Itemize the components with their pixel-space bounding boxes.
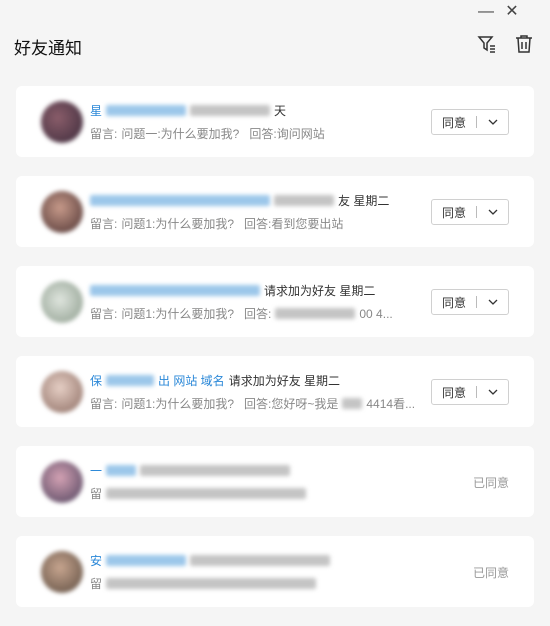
notification-card: 保 出 网站 域名 请求加为好友 星期二 留言: 问题1:为什么要加我? 回答:… bbox=[16, 356, 534, 427]
trash-icon[interactable] bbox=[512, 32, 536, 56]
header: 好友通知 bbox=[0, 26, 550, 66]
request-text: 友 星期二 bbox=[338, 194, 390, 208]
notification-title: 请求加为好友 星期二 bbox=[90, 282, 375, 299]
avatar bbox=[41, 191, 83, 233]
sender-name[interactable]: 星 bbox=[90, 102, 102, 119]
message-line: 留 bbox=[90, 485, 307, 502]
chevron-down-icon[interactable] bbox=[477, 299, 508, 305]
avatar bbox=[41, 101, 83, 143]
chevron-down-icon[interactable] bbox=[477, 119, 508, 125]
page-title: 好友通知 bbox=[14, 39, 82, 58]
request-text: 请求加为好友 星期二 bbox=[264, 284, 376, 298]
agree-button[interactable]: 同意 bbox=[431, 199, 509, 225]
notification-list: 星 天 留言: 问题一:为什么要加我? 回答:询问网站 同意 友 星期二 留言: bbox=[16, 86, 534, 626]
agree-button[interactable]: 同意 bbox=[431, 109, 509, 135]
request-text: 请求加为好友 星期二 bbox=[228, 374, 341, 388]
notification-card: 安 留 已同意 bbox=[16, 536, 534, 607]
notification-title: 一 bbox=[90, 462, 291, 479]
status-agreed: 已同意 bbox=[472, 476, 509, 490]
filter-icon[interactable] bbox=[475, 32, 499, 56]
agree-button[interactable]: 同意 bbox=[431, 289, 509, 315]
message-line: 留言: 问题1:为什么要加我? 回答:看到您要出站 bbox=[90, 217, 344, 231]
request-text: 天 bbox=[274, 104, 287, 118]
chevron-down-icon[interactable] bbox=[477, 209, 508, 215]
notification-card: 星 天 留言: 问题一:为什么要加我? 回答:询问网站 同意 bbox=[16, 86, 534, 157]
agree-button[interactable]: 同意 bbox=[431, 379, 509, 405]
notification-card: 一 留 已同意 bbox=[16, 446, 534, 517]
message-line: 留言: 问题1:为什么要加我? 回答:您好呀~我是 4414看... bbox=[90, 397, 416, 411]
notification-title: 星 天 bbox=[90, 102, 286, 119]
notification-card: 友 星期二 留言: 问题1:为什么要加我? 回答:看到您要出站 同意 bbox=[16, 176, 534, 247]
notification-title: 保 出 网站 域名 请求加为好友 星期二 bbox=[90, 372, 341, 389]
message-line: 留 bbox=[90, 575, 317, 592]
notification-card: 请求加为好友 星期二 留言: 问题1:为什么要加我? 回答: 00 4... 同… bbox=[16, 266, 534, 337]
notification-title: 友 星期二 bbox=[90, 192, 389, 209]
sender-name[interactable]: 一 bbox=[90, 462, 102, 479]
message-line: 留言: 问题一:为什么要加我? 回答:询问网站 bbox=[90, 127, 325, 141]
notification-title: 安 bbox=[90, 552, 331, 569]
avatar bbox=[41, 371, 83, 413]
status-agreed: 已同意 bbox=[472, 566, 509, 580]
avatar bbox=[41, 461, 83, 503]
close-button[interactable]: ✕ bbox=[502, 2, 522, 22]
minimize-button[interactable]: — bbox=[476, 2, 496, 22]
avatar bbox=[41, 281, 83, 323]
sender-name[interactable]: 保 bbox=[90, 372, 102, 389]
chevron-down-icon[interactable] bbox=[477, 389, 508, 395]
sender-name[interactable]: 安 bbox=[90, 552, 102, 569]
title-bar: — ✕ bbox=[0, 0, 550, 24]
avatar bbox=[41, 551, 83, 593]
message-line: 留言: 问题1:为什么要加我? 回答: 00 4... bbox=[90, 306, 393, 322]
